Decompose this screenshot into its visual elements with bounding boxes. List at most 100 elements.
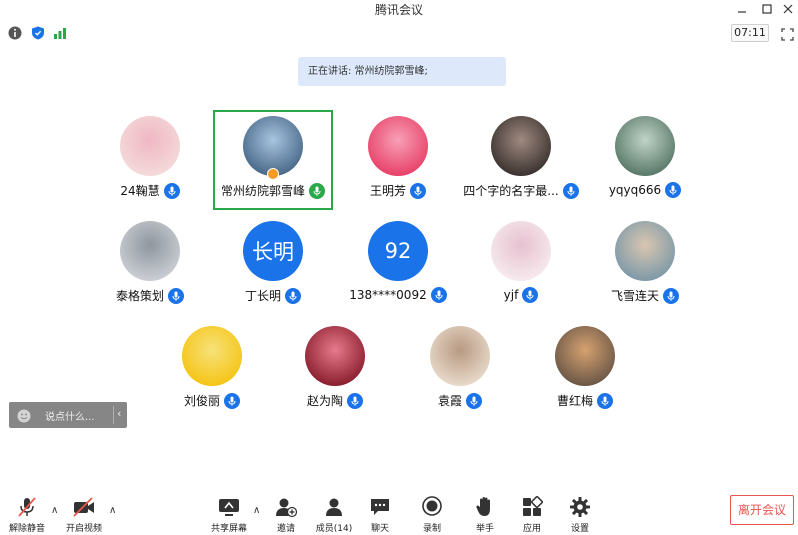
avatar bbox=[491, 116, 551, 176]
avatar bbox=[182, 326, 242, 386]
participant-name: 四个字的名字最... bbox=[463, 184, 559, 198]
avatar bbox=[120, 221, 180, 281]
unmute-button[interactable]: 解除静音 bbox=[3, 496, 51, 534]
members-icon bbox=[326, 498, 342, 516]
chat-label: 聊天 bbox=[370, 524, 389, 534]
video-options-caret-icon[interactable]: ∧ bbox=[109, 505, 116, 516]
participant-tile[interactable]: 长明 丁长明 bbox=[213, 217, 333, 317]
settings-label: 设置 bbox=[570, 524, 589, 534]
record-button[interactable]: 录制 bbox=[408, 496, 456, 534]
avatar-initials: 92 bbox=[368, 221, 428, 281]
avatar bbox=[120, 116, 180, 176]
unmute-label: 解除静音 bbox=[8, 524, 45, 534]
speaking-indicator: 正在讲话: 常州纺院郭雪峰; bbox=[298, 57, 506, 86]
record-label: 录制 bbox=[422, 524, 441, 534]
apps-button[interactable]: 应用 bbox=[508, 496, 556, 534]
raise-hand-button[interactable]: 举手 bbox=[461, 496, 509, 534]
avatar bbox=[491, 221, 551, 281]
mic-icon bbox=[430, 287, 447, 303]
fullscreen-icon[interactable] bbox=[781, 26, 794, 41]
participant-tile[interactable]: yjf bbox=[461, 217, 581, 317]
raise-hand-label: 举手 bbox=[475, 524, 494, 534]
meeting-timer: 07:11 bbox=[731, 24, 769, 42]
title-bar: 腾讯会议 bbox=[0, 0, 798, 18]
participant-name: 曹红梅 bbox=[556, 394, 593, 408]
participant-name: 泰格策划 bbox=[115, 289, 164, 303]
video-off-icon bbox=[73, 497, 94, 517]
participant-name: 丁长明 bbox=[244, 289, 281, 303]
participant-name-row: 飞雪连天 bbox=[585, 287, 705, 304]
participant-tile[interactable]: 常州纺院郭雪峰 bbox=[213, 110, 333, 210]
share-screen-icon bbox=[219, 499, 239, 516]
minimize-icon[interactable] bbox=[731, 0, 753, 18]
mic-icon bbox=[522, 287, 539, 303]
participant-name-row: 24鞠慧 bbox=[90, 182, 210, 199]
participant-name-row: 赵为陶 bbox=[275, 392, 395, 409]
mic-icon bbox=[663, 287, 679, 304]
invite-button[interactable]: 邀请 bbox=[262, 496, 310, 534]
members-button[interactable]: 成员(14) bbox=[310, 496, 358, 534]
participant-name-row: 袁霞 bbox=[400, 392, 520, 409]
chat-placeholder[interactable]: 说点什么... bbox=[45, 408, 95, 423]
emoji-icon[interactable] bbox=[17, 408, 31, 423]
chat-button[interactable]: 聊天 bbox=[356, 496, 404, 534]
mic-icon bbox=[597, 392, 613, 409]
share-screen-button[interactable]: 共享屏幕 bbox=[205, 496, 253, 534]
participant-name-row: yjf bbox=[461, 287, 581, 303]
avatar bbox=[615, 116, 675, 176]
participant-name-row: 刘俊丽 bbox=[152, 392, 272, 409]
settings-button[interactable]: 设置 bbox=[556, 496, 604, 534]
muted-mic-icon bbox=[18, 497, 36, 517]
participant-name: 24鞠慧 bbox=[120, 184, 160, 198]
mic-icon bbox=[347, 392, 363, 409]
maximize-icon[interactable] bbox=[756, 0, 778, 18]
participant-tile[interactable]: 泰格策划 bbox=[90, 217, 210, 317]
mic-icon bbox=[309, 182, 325, 199]
participant-name-row: 138****0092 bbox=[338, 287, 458, 303]
participant-tile[interactable]: 刘俊丽 bbox=[152, 322, 272, 422]
participant-name: yjf bbox=[503, 288, 519, 302]
avatar-initials: 长明 bbox=[243, 221, 303, 281]
chat-icon bbox=[371, 499, 389, 515]
apps-label: 应用 bbox=[522, 524, 541, 534]
participant-tile[interactable]: 袁霞 bbox=[400, 322, 520, 422]
participant-tile[interactable]: yqyq666 bbox=[585, 112, 705, 212]
avatar bbox=[368, 116, 428, 176]
chat-divider bbox=[113, 406, 114, 424]
participant-name: 刘俊丽 bbox=[183, 394, 220, 408]
participant-tile[interactable]: 92 138****0092 bbox=[338, 217, 458, 317]
collapse-chevron-icon[interactable]: ‹ bbox=[117, 407, 121, 420]
leave-meeting-button[interactable]: 离开会议 bbox=[730, 495, 794, 525]
signal-icon[interactable] bbox=[53, 25, 67, 39]
participant-tile[interactable]: 24鞠慧 bbox=[90, 112, 210, 212]
participant-name: 王明芳 bbox=[369, 184, 406, 198]
mic-icon bbox=[168, 287, 184, 304]
add-user-icon bbox=[276, 498, 297, 518]
share-screen-label: 共享屏幕 bbox=[210, 524, 247, 534]
chat-input-bar[interactable]: 说点什么... ‹ bbox=[9, 402, 127, 428]
start-video-button[interactable]: 开启视频 bbox=[60, 496, 108, 534]
mic-icon bbox=[562, 182, 579, 199]
participant-tile[interactable]: 曹红梅 bbox=[525, 322, 645, 422]
participant-tile[interactable]: 四个字的名字最... bbox=[461, 112, 581, 212]
participant-tile[interactable]: 赵为陶 bbox=[275, 322, 395, 422]
participant-name-row: 丁长明 bbox=[213, 287, 333, 304]
shield-icon[interactable] bbox=[31, 25, 45, 40]
avatar bbox=[615, 221, 675, 281]
share-options-caret-icon[interactable]: ∧ bbox=[253, 505, 260, 516]
apps-icon bbox=[523, 496, 543, 516]
participant-tile[interactable]: 飞雪连天 bbox=[585, 217, 705, 317]
audio-options-caret-icon[interactable]: ∧ bbox=[51, 505, 58, 516]
close-icon[interactable] bbox=[777, 0, 798, 18]
avatar bbox=[555, 326, 615, 386]
info-icon[interactable] bbox=[8, 25, 22, 40]
participant-name-row: yqyq666 bbox=[585, 182, 705, 198]
participant-tile[interactable]: 王明芳 bbox=[338, 112, 458, 212]
avatar bbox=[430, 326, 490, 386]
mic-icon bbox=[410, 182, 426, 199]
participant-name-row: 泰格策划 bbox=[90, 287, 210, 304]
participant-name: yqyq666 bbox=[608, 183, 662, 197]
participant-name-row: 王明芳 bbox=[338, 182, 458, 199]
mic-icon bbox=[665, 182, 682, 198]
start-video-label: 开启视频 bbox=[65, 524, 102, 534]
